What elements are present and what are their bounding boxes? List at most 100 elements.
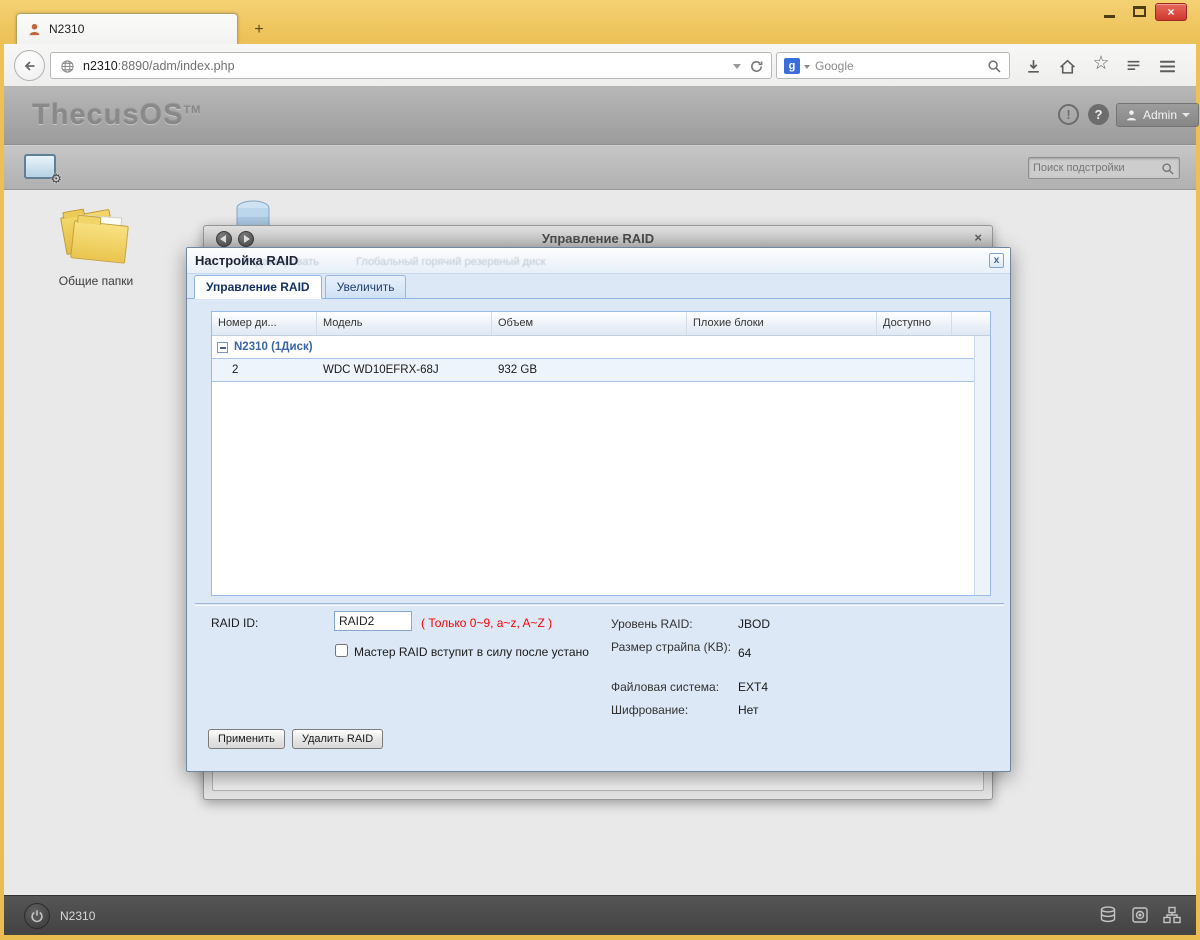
- cell-bad-blocks: [687, 359, 877, 381]
- search-engine-icon: g: [784, 58, 800, 74]
- user-icon: [1127, 109, 1136, 120]
- menu-button[interactable]: [1156, 56, 1178, 76]
- encryption-label: Шифрование:: [611, 703, 689, 717]
- cell-available: [877, 359, 952, 381]
- filesystem-value: EXT4: [738, 680, 769, 694]
- maximize-icon: [1133, 6, 1146, 17]
- hamburger-icon: [1159, 60, 1175, 72]
- url-dropdown-icon[interactable]: [733, 64, 741, 69]
- raid-window-title: Управление RAID: [541, 231, 655, 246]
- help-button[interactable]: ?: [1088, 104, 1109, 125]
- disk-stack-icon[interactable]: [1098, 905, 1118, 930]
- admin-menu[interactable]: Admin: [1116, 103, 1200, 127]
- raid-id-label: RAID ID:: [211, 616, 259, 630]
- bookmark-star-button[interactable]: ☆: [1090, 51, 1112, 77]
- shared-folders-label: Общие папки: [58, 274, 134, 288]
- table-scrollbar[interactable]: [974, 336, 990, 595]
- settings-search-field[interactable]: [1028, 157, 1180, 179]
- raid-id-hint: ( Только 0~9, a~z, A~Z ): [421, 616, 553, 630]
- info-button[interactable]: !: [1058, 104, 1079, 125]
- raid-settings-dialog: Настройка RAID x Редактировать Глобальны…: [186, 247, 1011, 772]
- cell-disk-number: 2: [232, 364, 239, 376]
- group-row: N2310 (1Диск): [212, 336, 990, 359]
- cell-capacity: 932 GB: [498, 364, 537, 376]
- tab-title: N2310: [49, 22, 85, 36]
- search-engine-caret-icon[interactable]: [804, 65, 810, 69]
- settings-search-input[interactable]: [1033, 159, 1155, 177]
- dialog-buttons: Применить Удалить RAID: [208, 729, 384, 749]
- divider: [195, 603, 1004, 606]
- app-footer: N2310: [4, 895, 1196, 935]
- app-logo: ThecusOSTM: [32, 99, 202, 131]
- chevron-down-icon: [1182, 113, 1191, 117]
- column-header-available[interactable]: Доступно: [877, 312, 952, 335]
- tab-raid-management[interactable]: Управление RAID: [194, 275, 322, 299]
- browser-tab[interactable]: N2310: [16, 13, 238, 44]
- dialog-close-button[interactable]: x: [989, 253, 1004, 268]
- admin-label: Admin: [1143, 108, 1178, 122]
- remove-raid-button[interactable]: Удалить RAID: [291, 729, 384, 749]
- table-row[interactable]: 2 WDC WD10EFRX-68J 932 GB: [212, 358, 990, 382]
- tab-expand[interactable]: Увеличить: [324, 275, 407, 299]
- shared-folders-icon[interactable]: Общие папки: [50, 208, 142, 288]
- disk-table: Номер ди... Модель Объем Плохие блоки До…: [211, 311, 991, 596]
- table-header: Номер ди... Модель Объем Плохие блоки До…: [212, 312, 990, 336]
- folder-icon: [59, 208, 133, 266]
- site-globe-icon: [60, 59, 75, 79]
- cell-model: WDC WD10EFRX-68J: [323, 364, 439, 376]
- dialog-tabstrip: Управление RAID Увеличить: [187, 274, 1010, 299]
- group-label: N2310 (1Диск): [234, 341, 313, 353]
- encryption-value: Нет: [738, 703, 759, 717]
- web-search-input[interactable]: [815, 54, 975, 77]
- hard-disk-icon[interactable]: [1130, 905, 1150, 930]
- back-icon: [24, 60, 34, 71]
- search-bar[interactable]: g: [776, 52, 1010, 79]
- network-icon[interactable]: [1162, 905, 1182, 930]
- column-header-model[interactable]: Модель: [317, 312, 492, 335]
- applications-icon[interactable]: ⚙: [24, 154, 62, 186]
- reload-button[interactable]: [749, 59, 764, 79]
- bookmarks-list-button[interactable]: [1122, 56, 1144, 76]
- power-button[interactable]: [24, 903, 50, 929]
- raid-window-close-button[interactable]: ×: [974, 230, 982, 245]
- home-icon: [1059, 59, 1075, 74]
- device-name: N2310: [60, 909, 96, 923]
- stripe-size-label: Размер страйпа (KB):: [611, 640, 731, 654]
- app-toolbar: ⚙: [4, 145, 1196, 190]
- stripe-size-value: 64: [738, 646, 752, 660]
- desktop: Общие папки Управление RAID × Настройка …: [4, 190, 1196, 895]
- column-header-capacity[interactable]: Объем: [492, 312, 687, 335]
- home-button[interactable]: [1056, 56, 1078, 76]
- minimize-icon: [1104, 15, 1115, 18]
- raid-level-label: Уровень RAID:: [611, 617, 693, 631]
- url-bar[interactable]: n2310:8890/adm/index.php: [50, 52, 772, 79]
- window-titlebar[interactable]: N2310 + ×: [0, 0, 1200, 44]
- download-icon: [1027, 59, 1039, 73]
- new-tab-button[interactable]: +: [246, 19, 272, 41]
- footer-icons: [1098, 905, 1182, 930]
- back-button[interactable]: [14, 50, 45, 81]
- gear-icon: ⚙: [50, 171, 62, 186]
- browser-navbar: n2310:8890/adm/index.php g ☆: [4, 44, 1196, 87]
- maximize-button[interactable]: [1127, 4, 1151, 20]
- raid-id-input[interactable]: [334, 611, 412, 631]
- table-body: N2310 (1Диск) 2 WDC WD10EFRX-68J 932 GB: [212, 336, 990, 595]
- master-raid-checkbox[interactable]: [335, 644, 348, 657]
- search-magnifier-icon[interactable]: [987, 59, 1002, 79]
- column-header-disk-number[interactable]: Номер ди...: [212, 312, 317, 335]
- column-header-bad-blocks[interactable]: Плохие блоки: [687, 312, 877, 335]
- settings-search-magnifier-icon: [1161, 162, 1175, 181]
- tab-favicon: [27, 22, 42, 42]
- raid-level-value: JBOD: [738, 617, 771, 631]
- apply-button[interactable]: Применить: [208, 729, 285, 749]
- close-button[interactable]: ×: [1155, 3, 1187, 21]
- column-header-stub: [952, 312, 990, 335]
- minimize-button[interactable]: [1097, 4, 1121, 20]
- filesystem-label: Файловая система:: [611, 680, 720, 694]
- downloads-button[interactable]: [1022, 56, 1044, 76]
- app-header: ThecusOSTM ! ? Admin: [4, 87, 1200, 145]
- collapse-toggle-icon[interactable]: [217, 341, 228, 353]
- url-text: n2310:8890/adm/index.php: [83, 59, 235, 73]
- list-icon: [1127, 60, 1139, 70]
- power-icon: [31, 910, 43, 923]
